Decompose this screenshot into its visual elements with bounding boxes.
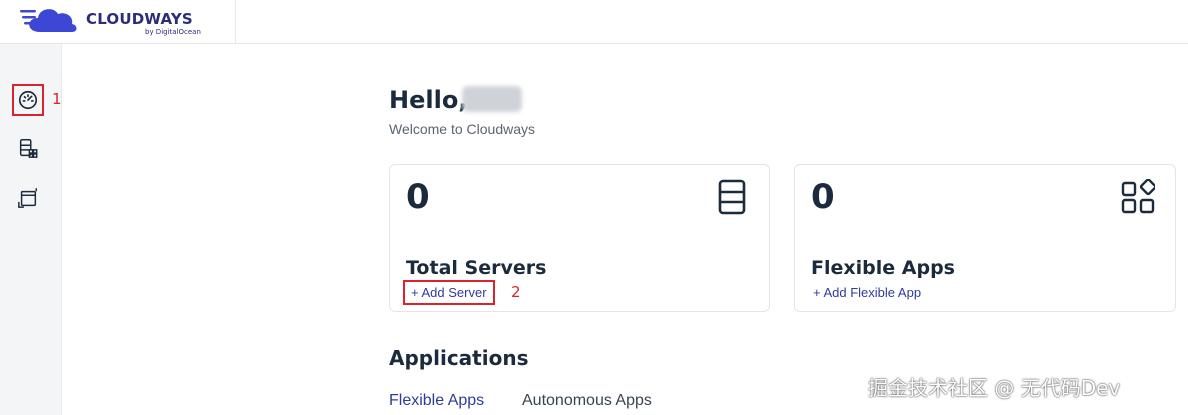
applications-window-icon [18,188,37,208]
sidebar-item-servers[interactable] [14,134,42,162]
cloudways-logo-icon [20,9,77,33]
top-bar: CLOUDWAYS by DigitalOcean [0,0,1188,44]
total-servers-title: Total Servers [406,257,547,279]
watermark: 掘金技术社区 @ 无代码Dev [868,376,1121,400]
brand-subtitle: by DigitalOcean [145,28,201,36]
tab-flexible-apps[interactable]: Flexible Apps [389,392,484,410]
add-flexible-app-link[interactable]: + Add Flexible App [813,285,921,300]
server-stack-icon [718,179,746,215]
brand-name: CLOUDWAYS [86,10,193,28]
add-server-link[interactable]: + Add Server [403,280,495,305]
flexible-apps-title: Flexible Apps [811,257,955,279]
logo[interactable]: CLOUDWAYS by DigitalOcean [0,0,236,44]
annotation-1: 1 [52,90,62,108]
apps-grid-icon [1121,179,1155,214]
welcome-text: Welcome to Cloudways [389,121,536,137]
server-count: 0 [406,177,430,217]
annotation-2: 2 [511,283,521,301]
blurred-username [462,86,522,112]
greeting-hello: Hello, [389,86,468,114]
sidebar-item-dashboard[interactable] [12,84,44,116]
sidebar-item-applications[interactable] [14,184,42,212]
total-servers-card: 0 Total Servers + Add Server [389,164,770,312]
servers-apps-icon [19,139,38,158]
tab-autonomous-apps[interactable]: Autonomous Apps [522,392,652,410]
applications-heading: Applications [389,346,529,370]
dashboard-gauge-icon [18,90,38,110]
flexible-app-count: 0 [811,177,835,217]
flexible-apps-card: 0 Flexible Apps + Add Flexible App [794,164,1176,312]
